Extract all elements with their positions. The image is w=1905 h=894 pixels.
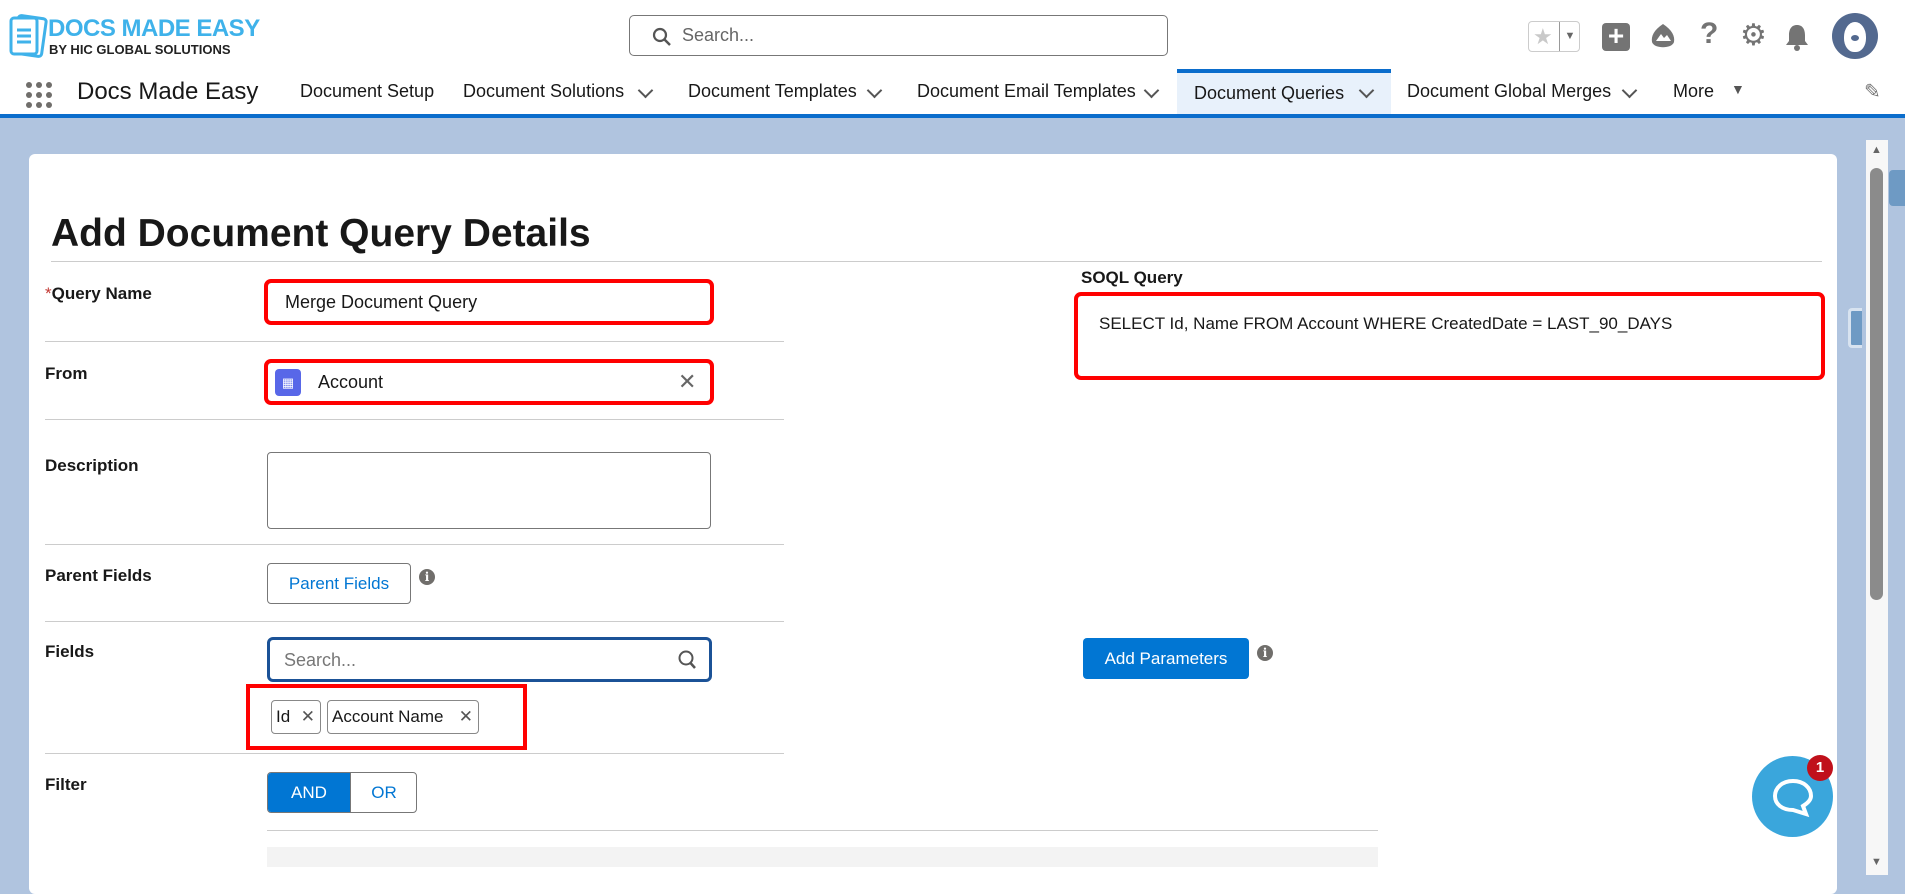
from-lookup[interactable]: ▦ Account ✕: [264, 359, 714, 405]
input-value: Merge Document Query: [285, 292, 478, 312]
add-parameters-button[interactable]: Add Parameters: [1083, 638, 1249, 679]
description-textarea[interactable]: [267, 452, 711, 529]
tab-label: Document Email Templates: [917, 81, 1136, 101]
fields-search[interactable]: Search...: [267, 637, 712, 682]
caret-down-icon[interactable]: ▼: [1559, 22, 1580, 51]
tab-label: More: [1673, 81, 1715, 101]
chevron-down-icon[interactable]: [1621, 82, 1638, 99]
field-pill-account-name: Account Name ✕: [327, 700, 479, 734]
from-label: From: [45, 364, 88, 383]
query-name-input[interactable]: Merge Document Query: [264, 279, 714, 325]
chevron-down-icon[interactable]: [637, 82, 654, 99]
scrollbar-thumb[interactable]: [1870, 168, 1883, 600]
remove-icon[interactable]: ✕: [301, 701, 315, 733]
app-launcher-icon[interactable]: [25, 81, 53, 109]
chevron-down-icon[interactable]: [1143, 82, 1160, 99]
edit-pencil-icon[interactable]: ✎: [1864, 79, 1881, 104]
tab-label: Document Global Merges: [1407, 81, 1612, 101]
chevron-down-icon[interactable]: [866, 82, 883, 99]
help-icon[interactable]: ?: [1700, 17, 1718, 51]
parent-fields-label: Parent Fields: [45, 566, 152, 585]
avatar[interactable]: [1832, 13, 1878, 59]
info-icon[interactable]: i: [419, 569, 435, 585]
fields-search-input[interactable]: Search...: [284, 650, 356, 671]
page-title: Add Document Query Details: [51, 212, 591, 255]
from-value: Account: [318, 372, 384, 392]
fields-label: Fields: [45, 642, 95, 661]
logo[interactable]: DOCS MADE EASY BY HIC GLOBAL SOLUTIONS: [8, 14, 260, 60]
tab-label: Document Solutions: [463, 81, 625, 101]
tab-label: Document Templates: [688, 81, 857, 101]
description-label: Description: [45, 456, 139, 475]
app-nav-bar: Docs Made Easy Document Setup Document S…: [0, 69, 1905, 118]
filter-or-button[interactable]: OR: [350, 773, 416, 812]
divider: [45, 621, 784, 622]
button-label: AND: [291, 783, 327, 802]
collapse-panel-icon[interactable]: [1889, 170, 1905, 206]
collapse-panel-icon[interactable]: [1848, 308, 1862, 348]
tab-more[interactable]: More: [1673, 69, 1714, 114]
tab-document-solutions[interactable]: Document Solutions: [463, 69, 624, 114]
tab-document-email-templates[interactable]: Document Email Templates: [917, 69, 1136, 114]
search-input[interactable]: Search...: [682, 25, 754, 46]
add-icon[interactable]: +: [1602, 22, 1630, 51]
star-icon: ★: [1533, 24, 1553, 49]
filter-conditions-panel: [267, 847, 1378, 867]
tab-document-templates[interactable]: Document Templates: [688, 69, 857, 114]
button-label: OR: [371, 783, 397, 802]
global-header: DOCS MADE EASY BY HIC GLOBAL SOLUTIONS S…: [0, 0, 1905, 69]
tab-label: Document Setup: [300, 81, 435, 101]
button-label: Add Parameters: [1104, 649, 1228, 668]
tab-document-global-merges[interactable]: Document Global Merges: [1407, 69, 1611, 114]
gear-icon[interactable]: ⚙: [1740, 18, 1767, 53]
scroll-down-icon[interactable]: ▼: [1871, 856, 1882, 868]
button-label: Parent Fields: [288, 574, 390, 593]
document-logo-icon: [9, 14, 48, 58]
required-mark: *: [45, 284, 52, 303]
divider: [45, 544, 784, 545]
query-name-label: *Query Name: [45, 284, 152, 304]
remove-icon[interactable]: ✕: [459, 701, 473, 733]
search-icon: [652, 27, 671, 46]
caret-down-icon[interactable]: ▼: [1731, 81, 1745, 97]
pill-label: Account Name: [332, 707, 444, 726]
divider: [45, 419, 784, 420]
scrollbar[interactable]: ▲ ▼: [1866, 140, 1888, 875]
divider: [45, 753, 784, 754]
field-pill-id: Id ✕: [271, 700, 321, 734]
pill-label: Id: [276, 707, 291, 726]
divider: [51, 261, 1822, 262]
filter-label: Filter: [45, 775, 87, 794]
label-text: Query Name: [51, 284, 152, 303]
trailhead-icon[interactable]: [1648, 22, 1678, 52]
app-name: Docs Made Easy: [77, 78, 259, 105]
soql-value: SELECT Id, Name FROM Account WHERE Creat…: [1099, 314, 1673, 333]
scroll-up-icon[interactable]: ▲: [1871, 144, 1882, 156]
parent-fields-button[interactable]: Parent Fields: [267, 563, 411, 604]
tab-label: Document Queries: [1194, 83, 1345, 103]
soql-textarea[interactable]: SELECT Id, Name FROM Account WHERE Creat…: [1074, 292, 1825, 380]
divider: [267, 830, 1378, 831]
bell-icon[interactable]: [1783, 22, 1811, 52]
notification-badge: 1: [1807, 755, 1833, 781]
info-icon[interactable]: i: [1257, 645, 1273, 661]
clear-icon[interactable]: ✕: [678, 369, 696, 395]
account-object-icon: ▦: [275, 369, 301, 396]
soql-label: SOQL Query: [1081, 268, 1183, 287]
logo-subtitle: BY HIC GLOBAL SOLUTIONS: [49, 42, 231, 57]
filter-and-button[interactable]: AND: [268, 773, 350, 812]
logo-title: DOCS MADE EASY: [48, 15, 260, 42]
tab-document-setup[interactable]: Document Setup: [300, 69, 434, 114]
divider: [45, 341, 784, 342]
chat-icon: [1772, 778, 1814, 818]
search-icon: [678, 650, 696, 669]
chat-button[interactable]: 1: [1752, 755, 1833, 837]
favorites-button[interactable]: ★ ▼: [1528, 21, 1580, 52]
filter-toggle: AND OR: [267, 772, 417, 813]
global-search[interactable]: Search...: [629, 15, 1168, 56]
